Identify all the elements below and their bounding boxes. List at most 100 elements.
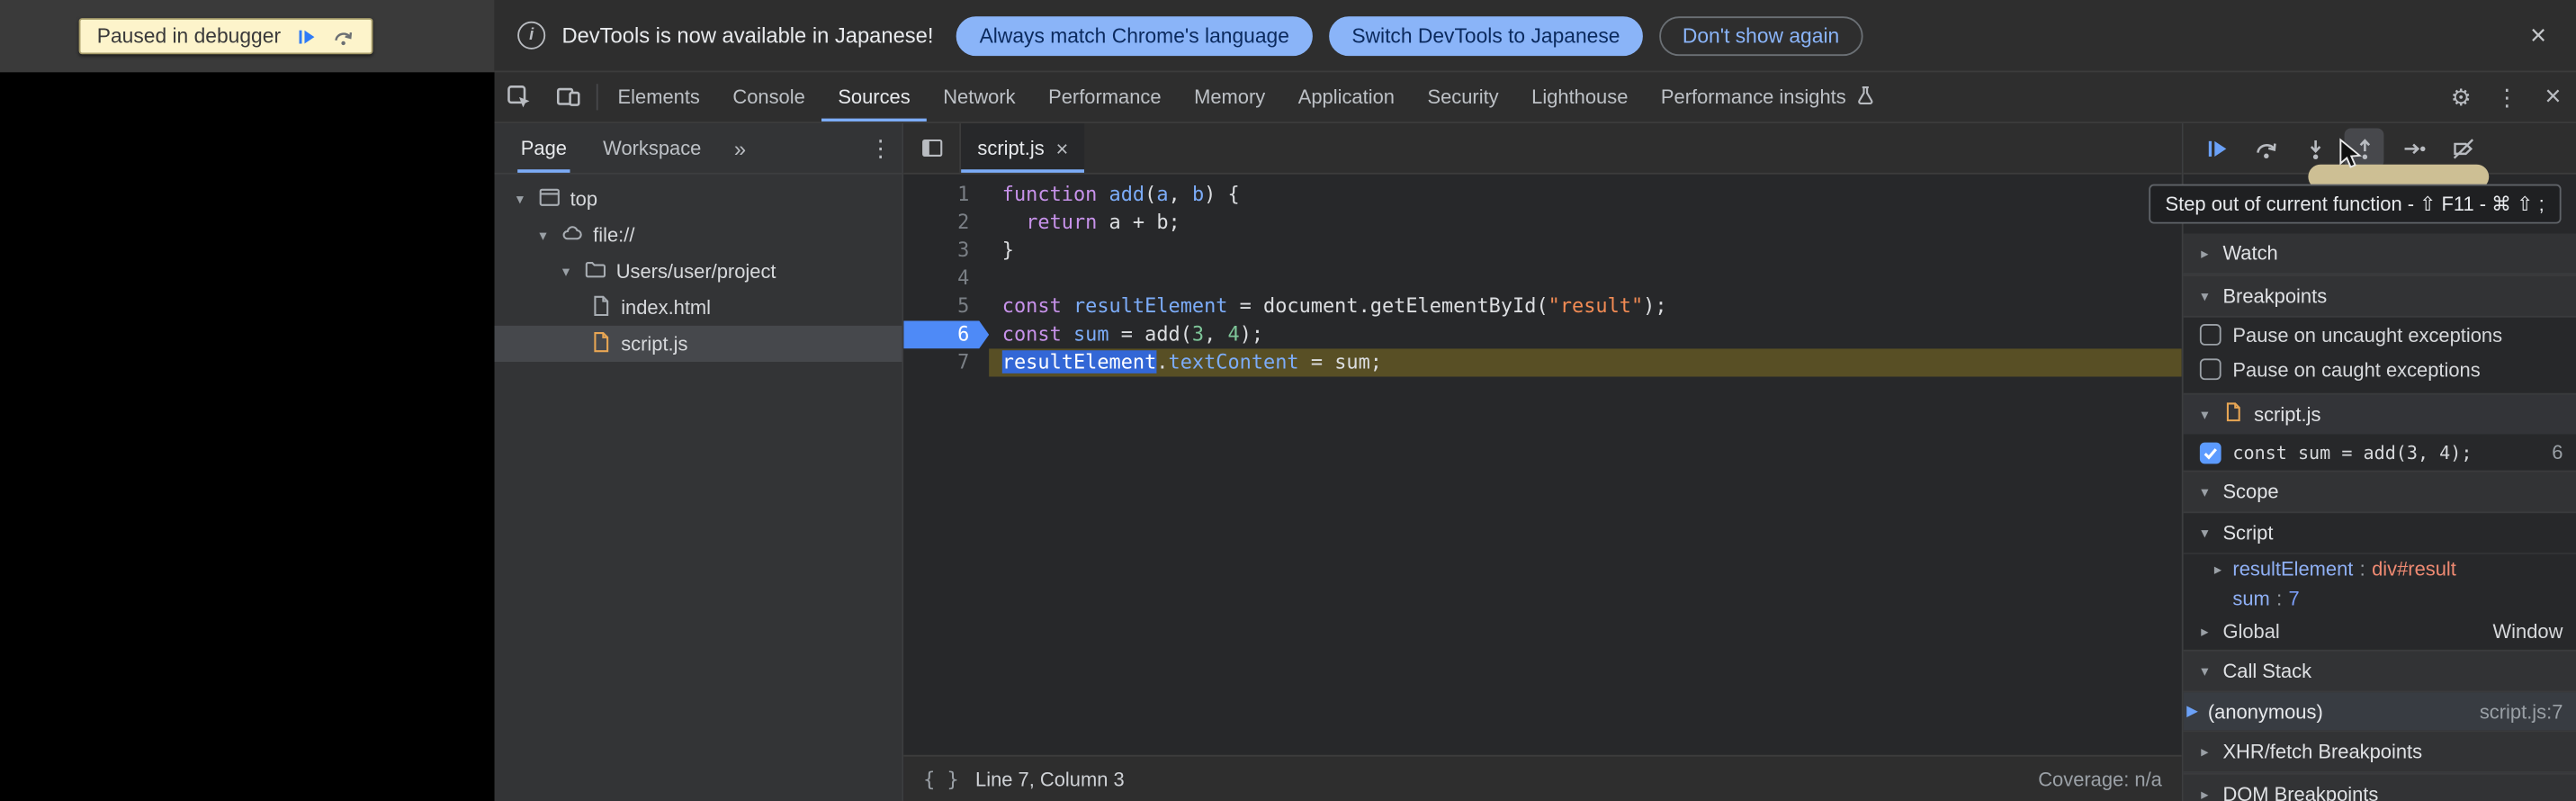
paused-in-debugger-badge: Paused in debugger xyxy=(79,18,373,54)
navigator-header: Page Workspace » ⋮ xyxy=(495,123,902,175)
match-language-button[interactable]: Always match Chrome's language xyxy=(956,15,1312,55)
scope-script-group[interactable]: ▾ Script xyxy=(2184,513,2576,554)
tree-item-script-js[interactable]: script.js xyxy=(495,326,902,362)
tree-item-project-folder[interactable]: ▾ Users/user/project xyxy=(495,253,902,289)
switch-japanese-button[interactable]: Switch DevTools to Japanese xyxy=(1329,15,1643,55)
expand-arrow-icon[interactable]: ▾ xyxy=(511,190,529,208)
tree-item-label: Users/user/project xyxy=(616,260,776,284)
section-breakpoints[interactable]: ▾ Breakpoints xyxy=(2184,274,2576,318)
breakpoint-marker[interactable]: 6 xyxy=(903,320,989,348)
section-scope[interactable]: ▾ Scope xyxy=(2184,471,2576,514)
navigator-toggle-icon[interactable] xyxy=(903,123,961,173)
call-stack-frame[interactable]: ▶ (anonymous) script.js:7 xyxy=(2184,692,2576,730)
section-dom-breakpoints[interactable]: ▸ DOM Breakpoints xyxy=(2184,773,2576,801)
dont-show-again-button[interactable]: Don't show again xyxy=(1659,15,1862,55)
step-icon[interactable] xyxy=(2393,129,2433,168)
code-line-5: 5 const resultElement = document.getElem… xyxy=(903,292,2182,320)
expand-arrow-icon[interactable]: ▾ xyxy=(2196,662,2212,680)
section-title: Breakpoints xyxy=(2222,284,2327,308)
breakpoint-file-group[interactable]: ▾ script.js xyxy=(2184,393,2576,435)
pause-uncaught-exceptions-row[interactable]: Pause on uncaught exceptions xyxy=(2184,318,2576,352)
line-number[interactable]: 3 xyxy=(903,237,989,265)
breakpoint-entry[interactable]: const sum = add(3, 4); 6 xyxy=(2184,434,2576,470)
tab-console[interactable]: Console xyxy=(716,72,821,122)
navigator-tab-workspace[interactable]: Workspace xyxy=(600,123,705,173)
pause-caught-exceptions-row[interactable]: Pause on caught exceptions xyxy=(2184,352,2576,386)
inspect-element-icon[interactable] xyxy=(495,72,544,122)
devtools-menu-kebab-icon[interactable]: ⋮ xyxy=(2484,72,2530,122)
tab-memory[interactable]: Memory xyxy=(1178,72,1282,122)
tree-item-index-html[interactable]: index.html xyxy=(495,290,902,326)
collapse-arrow-icon[interactable]: ▸ xyxy=(2196,244,2212,262)
line-number[interactable]: 5 xyxy=(903,292,989,320)
line-number[interactable]: 2 xyxy=(903,209,989,237)
tab-performance[interactable]: Performance xyxy=(1032,72,1178,122)
section-xhr-breakpoints[interactable]: ▸ XHR/fetch Breakpoints xyxy=(2184,730,2576,773)
breakpoint-line-number: 6 xyxy=(2552,441,2563,464)
step-over-icon[interactable] xyxy=(2246,129,2285,168)
breakpoint-file-label: script.js xyxy=(2254,403,2320,427)
section-watch[interactable]: ▸ Watch xyxy=(2184,234,2576,275)
line-number[interactable]: 1 xyxy=(903,181,989,209)
collapse-arrow-icon[interactable]: ▸ xyxy=(2196,742,2212,760)
section-call-stack[interactable]: ▾ Call Stack xyxy=(2184,650,2576,693)
tree-item-file-scheme[interactable]: ▾ file:// xyxy=(495,217,902,253)
scope-global-group[interactable]: ▸ Global Window xyxy=(2184,614,2576,650)
variable-name: sum xyxy=(2232,587,2269,610)
notification-close-icon[interactable]: × xyxy=(2524,22,2554,50)
collapse-arrow-icon[interactable]: ▸ xyxy=(2196,623,2212,641)
mouse-cursor xyxy=(2338,139,2362,178)
line-number[interactable]: 7 xyxy=(903,348,989,376)
tab-performance-insights[interactable]: Performance insights xyxy=(1645,72,1892,122)
cursor-position: Line 7, Column 3 xyxy=(975,768,1125,791)
tab-lighthouse[interactable]: Lighthouse xyxy=(1515,72,1645,122)
pretty-print-icon[interactable]: { } xyxy=(923,768,959,791)
html-file-icon xyxy=(589,293,613,321)
settings-gear-icon[interactable]: ⚙ xyxy=(2438,72,2484,122)
tab-application[interactable]: Application xyxy=(1281,72,1411,122)
debugger-sidebar: ▸ Watch ▾ Breakpoints Pause on uncaught … xyxy=(2182,123,2576,801)
checkbox-checked[interactable] xyxy=(2200,442,2221,464)
coverage-status: Coverage: n/a xyxy=(2038,768,2162,791)
scope-var-resultelement[interactable]: ▸ resultElement: div#result xyxy=(2184,554,2576,584)
expand-arrow-icon[interactable]: ▾ xyxy=(2196,405,2212,423)
expand-arrow-icon[interactable]: ▾ xyxy=(2196,287,2212,305)
line-number[interactable]: 4 xyxy=(903,265,989,292)
page-topbar: Paused in debugger xyxy=(0,0,495,72)
tab-network[interactable]: Network xyxy=(927,72,1032,122)
code-editor[interactable]: 1 function add(a, b) { 2 return a + b; 3… xyxy=(903,175,2182,755)
tab-sources[interactable]: Sources xyxy=(821,72,927,122)
code-line-1: 1 function add(a, b) { xyxy=(903,181,2182,209)
code-line-4: 4 xyxy=(903,265,2182,292)
expand-arrow-icon[interactable]: ▾ xyxy=(2196,524,2212,542)
resume-script-icon[interactable] xyxy=(295,25,317,47)
expand-arrow-icon[interactable]: ▾ xyxy=(534,226,552,244)
expand-arrow-icon[interactable]: ▾ xyxy=(557,262,575,280)
tree-item-top[interactable]: ▾ top xyxy=(495,181,902,217)
devtools-close-icon[interactable]: × xyxy=(2530,72,2576,122)
collapse-arrow-icon[interactable]: ▸ xyxy=(2210,560,2226,578)
editor-tab-script-js[interactable]: script.js × xyxy=(961,123,1084,173)
step-into-icon[interactable] xyxy=(2295,129,2335,168)
navigator-menu-kebab-icon[interactable]: ⋮ xyxy=(859,123,902,173)
deactivate-breakpoints-icon[interactable] xyxy=(2443,129,2482,168)
tree-item-label: script.js xyxy=(621,332,687,356)
navigator-pane: Page Workspace » ⋮ ▾ top ▾ file:// xyxy=(495,123,904,801)
tab-close-icon[interactable]: × xyxy=(1055,136,1068,160)
collapse-arrow-icon[interactable]: ▸ xyxy=(2196,786,2212,801)
resume-icon[interactable] xyxy=(2196,129,2236,168)
editor-tab-label: script.js xyxy=(977,137,1044,160)
devtools-window: i DevTools is now available in Japanese!… xyxy=(495,0,2576,801)
checkbox-unchecked[interactable] xyxy=(2200,324,2221,346)
device-toolbar-icon[interactable] xyxy=(543,72,593,122)
frame-icon xyxy=(537,185,561,213)
step-over-script-icon[interactable] xyxy=(332,25,355,47)
code-line-6: 6 const sum = add(3, 4); xyxy=(903,320,2182,348)
scope-var-sum[interactable]: sum: 7 xyxy=(2184,584,2576,614)
navigator-tab-page[interactable]: Page xyxy=(517,123,570,173)
tab-elements[interactable]: Elements xyxy=(601,72,716,122)
more-tabs-icon[interactable]: » xyxy=(734,123,746,173)
expand-arrow-icon[interactable]: ▾ xyxy=(2196,482,2212,500)
tab-security[interactable]: Security xyxy=(1411,72,1515,122)
checkbox-unchecked[interactable] xyxy=(2200,358,2221,380)
